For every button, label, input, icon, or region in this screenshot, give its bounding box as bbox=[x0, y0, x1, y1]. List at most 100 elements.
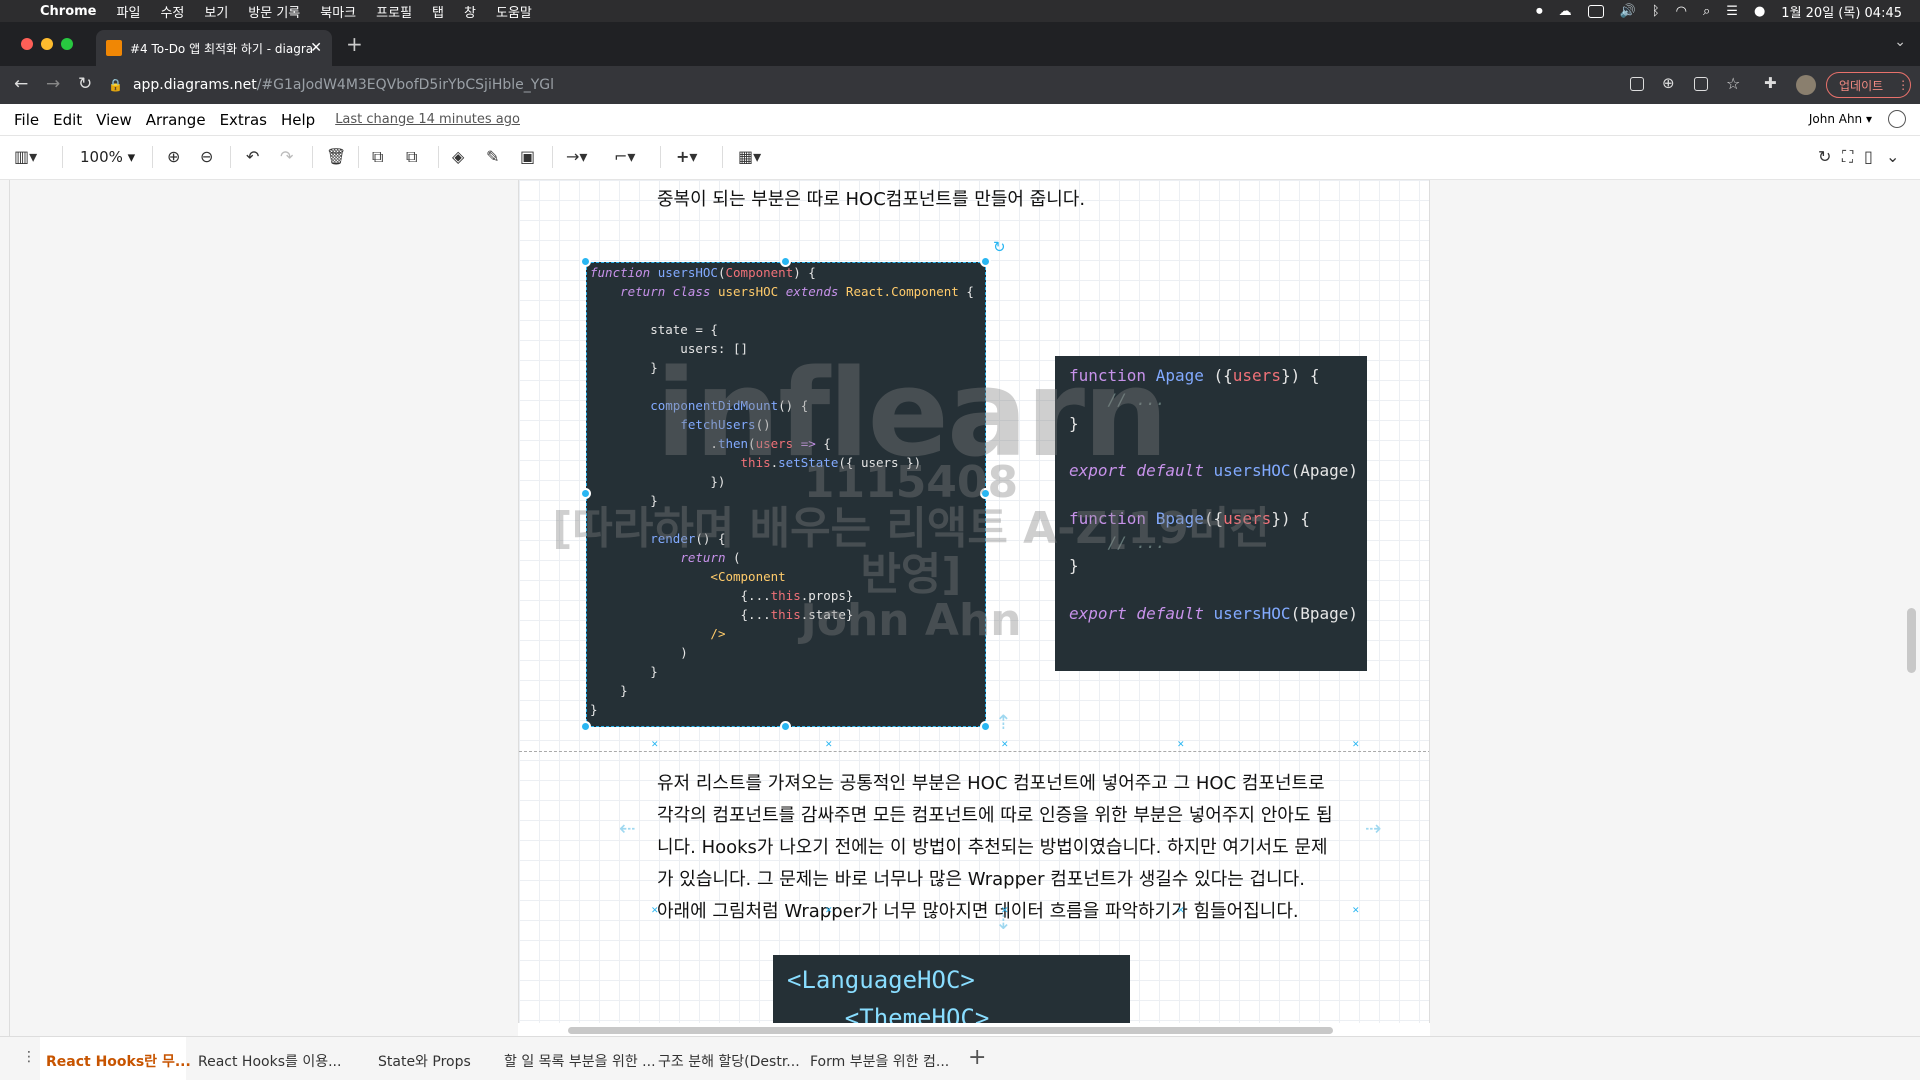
siri-icon[interactable]: ● bbox=[1754, 4, 1765, 19]
menu-arrange[interactable]: Arrange bbox=[146, 111, 206, 129]
menu-file[interactable]: File bbox=[14, 111, 39, 129]
zoom-out-icon[interactable]: ⊖ bbox=[200, 148, 213, 166]
mac-menu-file[interactable]: 파일 bbox=[117, 2, 141, 21]
panel-icon[interactable]: ▯ bbox=[1864, 148, 1873, 166]
fill-color-icon[interactable]: ◈ bbox=[452, 148, 464, 166]
diagram-canvas[interactable]: 중복이 되는 부분은 따로 HOC컴포넌트를 만들어 줍니다. function… bbox=[518, 180, 1430, 1023]
menu-view[interactable]: View bbox=[96, 111, 132, 129]
connection-point-icon[interactable]: ✕ bbox=[825, 906, 833, 916]
zoom-in-icon[interactable]: ⊕ bbox=[167, 148, 180, 166]
paragraph-line-3[interactable]: 니다. Hooks가 나오기 전에는 이 방법이 추천되는 방법이였습니다. 하… bbox=[657, 832, 1328, 864]
wifi-icon[interactable]: ◠ bbox=[1676, 4, 1687, 19]
mac-menu-history[interactable]: 방문 기록 bbox=[248, 2, 300, 21]
user-menu[interactable]: John Ahn ▾ bbox=[1809, 112, 1872, 126]
redo-icon[interactable]: ↷ bbox=[280, 148, 293, 166]
paragraph-line-5[interactable]: 아래에 그림처럼 Wrapper가 너무 많아지면 데이터 흐름을 파악하기가 … bbox=[657, 896, 1299, 928]
heading-text[interactable]: 중복이 되는 부분은 따로 HOC컴포넌트를 만들어 줍니다. bbox=[657, 184, 1085, 216]
bluetooth-icon[interactable]: ᛒ bbox=[1652, 4, 1660, 19]
language-globe-icon[interactable] bbox=[1888, 110, 1906, 128]
record-icon[interactable]: ⏺ bbox=[1536, 4, 1543, 19]
page-tab-5[interactable]: 구조 분해 할당(Destr... bbox=[658, 1051, 800, 1071]
page-tab-1[interactable]: React Hooks란 무... bbox=[46, 1051, 191, 1071]
control-center-icon[interactable]: ☰ bbox=[1726, 4, 1738, 19]
resize-handle-ne[interactable] bbox=[980, 256, 991, 267]
resize-handle-s[interactable] bbox=[780, 721, 791, 732]
mac-menu-window[interactable]: 창 bbox=[464, 2, 476, 21]
clock[interactable]: 1월 20일 (목) 04:45 bbox=[1781, 2, 1902, 21]
mac-menu-bookmarks[interactable]: 북마크 bbox=[320, 2, 356, 21]
menu-edit[interactable]: Edit bbox=[53, 111, 82, 129]
resize-handle-sw[interactable] bbox=[580, 721, 591, 732]
to-front-icon[interactable]: ⧉ bbox=[372, 148, 383, 166]
close-window-button[interactable] bbox=[21, 38, 33, 50]
tab-search-chevron-icon[interactable]: ⌄ bbox=[1894, 34, 1906, 50]
connection-point-icon[interactable]: ✕ bbox=[651, 740, 659, 750]
mac-menu-tab[interactable]: 탭 bbox=[432, 2, 444, 21]
shapes-collapse-strip[interactable] bbox=[0, 180, 10, 1036]
paragraph-line-1[interactable]: 유저 리스트를 가져오는 공통적인 부분은 HOC 컴포넌트에 넣어주고 그 H… bbox=[657, 768, 1325, 800]
profile-avatar[interactable] bbox=[1796, 75, 1816, 95]
page-tab-4[interactable]: 할 일 목록 부분을 위한 ... bbox=[504, 1051, 656, 1071]
line-color-icon[interactable]: ✎ bbox=[486, 148, 499, 166]
paragraph-line-2[interactable]: 각각의 컴포넌트를 감싸주면 모든 컴포넌트에 따로 인증을 위한 부분은 넣어… bbox=[657, 800, 1333, 832]
browser-tab[interactable]: #4 To-Do 앱 최적화 하기 - diagra ✕ bbox=[96, 30, 332, 66]
hover-arrow-up-icon[interactable]: ⇡ bbox=[995, 710, 1012, 734]
back-arrow-icon[interactable]: ← bbox=[14, 74, 28, 94]
resize-handle-se[interactable] bbox=[980, 721, 991, 732]
menu-help[interactable]: Help bbox=[281, 111, 315, 129]
page-tab-6[interactable]: Form 부분을 위한 컴... bbox=[810, 1051, 949, 1071]
add-page-plus-icon[interactable]: + bbox=[968, 1045, 986, 1070]
connection-point-icon[interactable]: ✕ bbox=[1352, 740, 1360, 750]
collapse-chevron-icon[interactable]: ⌄ bbox=[1886, 148, 1899, 166]
new-tab-button[interactable]: + bbox=[346, 32, 363, 56]
shadow-icon[interactable]: ▣ bbox=[520, 148, 535, 166]
connection-point-icon[interactable]: ✕ bbox=[1001, 740, 1009, 750]
mac-menu-edit[interactable]: 수정 bbox=[160, 2, 184, 21]
fullscreen-icon[interactable]: ⛶ bbox=[1842, 148, 1853, 166]
mac-menu-help[interactable]: 도움말 bbox=[496, 2, 532, 21]
code-image-wrapper-hell[interactable]: <LanguageHOC> <ThemeHOC> bbox=[773, 955, 1130, 1023]
connection-point-icon[interactable]: ✕ bbox=[1352, 906, 1360, 916]
kebab-menu-icon[interactable]: ⋮ bbox=[1897, 78, 1909, 92]
resize-handle-nw[interactable] bbox=[580, 256, 591, 267]
zoom-icon[interactable]: ⊕ bbox=[1662, 74, 1675, 92]
minimize-window-button[interactable] bbox=[41, 38, 53, 50]
hover-arrow-left-icon[interactable]: ⇠ bbox=[619, 816, 636, 840]
url-field[interactable]: 🔒 app.diagrams.net /#G1aJodW4M3EQVbofD5i… bbox=[108, 71, 1608, 99]
close-tab-icon[interactable]: ✕ bbox=[310, 40, 322, 56]
page-tab-2[interactable]: React Hooks를 이용... bbox=[198, 1051, 341, 1071]
waypoints-icon[interactable]: ⌐▾ bbox=[614, 148, 635, 166]
rotate-handle-icon[interactable]: ↻ bbox=[993, 238, 1006, 256]
input-method-icon[interactable] bbox=[1587, 4, 1604, 18]
zoom-select[interactable]: 100% ▾ bbox=[80, 148, 135, 166]
mac-menu-view[interactable]: 보기 bbox=[204, 2, 228, 21]
bookmark-star-icon[interactable]: ☆ bbox=[1726, 74, 1740, 93]
horizontal-scrollbar[interactable] bbox=[568, 1027, 1333, 1034]
menu-extras[interactable]: Extras bbox=[220, 111, 267, 129]
connection-point-icon[interactable]: ✕ bbox=[1177, 906, 1185, 916]
paragraph-line-4[interactable]: 가 있습니다. 그 문제는 바로 너무나 많은 Wrapper 컴포넌트가 생길… bbox=[657, 864, 1305, 896]
connection-style-icon[interactable]: →▾ bbox=[566, 148, 587, 166]
resize-handle-e[interactable] bbox=[980, 488, 991, 499]
resize-handle-n[interactable] bbox=[780, 256, 791, 267]
update-button[interactable]: 업데이트 ⋮ bbox=[1826, 72, 1911, 98]
connection-point-icon[interactable]: ✕ bbox=[825, 740, 833, 750]
pages-menu-icon[interactable]: ⋮ bbox=[22, 1049, 36, 1065]
code-image-pages[interactable]: function Apage ({users}) { // ... } expo… bbox=[1055, 356, 1367, 671]
app-name[interactable]: Chrome bbox=[40, 4, 97, 19]
spotlight-icon[interactable]: ⌕ bbox=[1703, 4, 1710, 19]
insert-plus-icon[interactable]: +▾ bbox=[676, 148, 697, 166]
connection-point-icon[interactable]: ✕ bbox=[1177, 740, 1185, 750]
install-app-icon[interactable] bbox=[1630, 77, 1644, 91]
format-panel-toggle-icon[interactable]: ▥▾ bbox=[14, 148, 37, 166]
share-icon[interactable] bbox=[1694, 77, 1708, 91]
connection-point-icon[interactable]: ✕ bbox=[651, 906, 659, 916]
reload-icon[interactable]: ↻ bbox=[78, 74, 92, 94]
undo-icon[interactable]: ↶ bbox=[246, 148, 259, 166]
table-icon[interactable]: ▦▾ bbox=[738, 148, 761, 166]
sync-icon[interactable]: ↻ bbox=[1818, 148, 1831, 166]
resize-handle-w[interactable] bbox=[580, 488, 591, 499]
zoom-window-button[interactable] bbox=[61, 38, 73, 50]
hover-arrow-down-icon[interactable]: ⇣ bbox=[995, 910, 1012, 934]
hover-arrow-right-icon[interactable]: ⇢ bbox=[1365, 816, 1382, 840]
